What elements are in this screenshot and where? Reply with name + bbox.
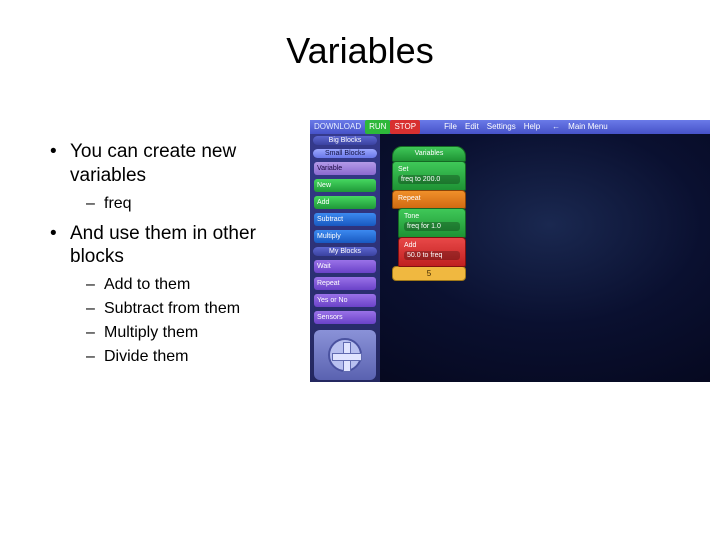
- menubar: DOWNLOAD RUN STOP File Edit Settings Hel…: [310, 120, 710, 134]
- palette-user-wait[interactable]: Wait: [314, 260, 376, 273]
- menu-download[interactable]: DOWNLOAD: [310, 120, 365, 134]
- palette-op-multiply[interactable]: Multiply: [314, 230, 376, 243]
- palette-category-variable[interactable]: Variable: [314, 162, 376, 175]
- palette-op-new[interactable]: New: [314, 179, 376, 192]
- menu-settings[interactable]: Settings: [483, 120, 520, 134]
- block-repeat-count[interactable]: 5: [392, 266, 466, 281]
- bullet-2-sub-1: Add to them: [70, 275, 310, 295]
- block-add[interactable]: Add 50.0 to freq: [398, 237, 466, 267]
- bullet-2-sub-4: Divide them: [70, 347, 310, 367]
- block-set-value[interactable]: freq to 200.0: [398, 175, 460, 184]
- palette-my-blocks[interactable]: My Blocks: [313, 247, 377, 256]
- menu-help[interactable]: Help: [520, 120, 544, 134]
- slide-body: You can create new variables freq And us…: [50, 140, 310, 375]
- menu-main-menu[interactable]: Main Menu: [564, 120, 612, 134]
- arrow-left-icon: ←: [548, 120, 564, 134]
- slide-title: Variables: [0, 30, 720, 72]
- menu-stop[interactable]: STOP: [390, 120, 420, 134]
- dpad-icon[interactable]: [328, 338, 362, 372]
- palette-small-blocks[interactable]: Small Blocks: [313, 149, 377, 158]
- palette-user-yesno[interactable]: Yes or No: [314, 294, 376, 307]
- block-variables-hat[interactable]: Variables: [392, 146, 466, 162]
- bullet-1: You can create new variables freq: [50, 140, 310, 214]
- menu-file[interactable]: File: [440, 120, 461, 134]
- palette-op-add[interactable]: Add: [314, 196, 376, 209]
- block-tone-label: Tone: [404, 213, 419, 220]
- bullet-2-sub-3: Multiply them: [70, 323, 310, 343]
- block-repeat-label: Repeat: [398, 195, 421, 202]
- menu-run[interactable]: RUN: [365, 120, 390, 134]
- palette-big-blocks[interactable]: Big Blocks: [313, 136, 377, 145]
- bullet-1-sub-1: freq: [70, 194, 310, 214]
- palette-user-sensors[interactable]: Sensors: [314, 311, 376, 324]
- bullet-2-sub-2: Subtract from them: [70, 299, 310, 319]
- bullet-2: And use them in other blocks Add to them…: [50, 222, 310, 368]
- block-set-label: Set: [398, 166, 409, 173]
- block-add-label: Add: [404, 242, 416, 249]
- block-repeat[interactable]: Repeat: [392, 190, 466, 209]
- palette-op-subtract[interactable]: Subtract: [314, 213, 376, 226]
- block-tone[interactable]: Tone freq for 1.0: [398, 208, 466, 238]
- app-screenshot: DOWNLOAD RUN STOP File Edit Settings Hel…: [310, 120, 710, 382]
- bullet-1-text: You can create new variables: [70, 141, 236, 186]
- program-stack[interactable]: Variables Set freq to 200.0 Repeat Tone …: [392, 146, 466, 281]
- block-set[interactable]: Set freq to 200.0: [392, 161, 466, 191]
- block-add-value[interactable]: 50.0 to freq: [404, 251, 460, 260]
- menu-edit[interactable]: Edit: [461, 120, 483, 134]
- block-tone-value[interactable]: freq for 1.0: [404, 222, 460, 231]
- dpad-panel: [314, 330, 376, 380]
- palette: Big Blocks Small Blocks Variable New Add…: [310, 134, 380, 382]
- bullet-2-text: And use them in other blocks: [70, 223, 256, 268]
- palette-user-repeat[interactable]: Repeat: [314, 277, 376, 290]
